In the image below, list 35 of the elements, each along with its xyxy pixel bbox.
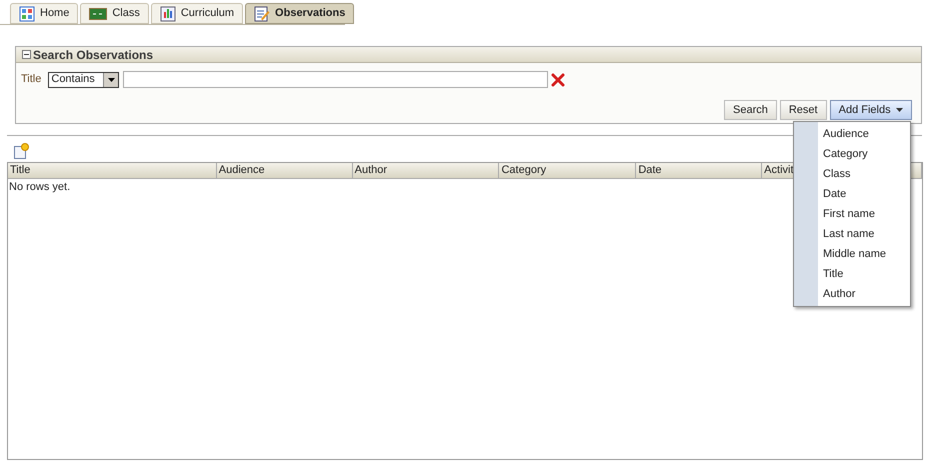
column-header[interactable]: Author bbox=[352, 163, 500, 178]
caret-icon bbox=[896, 108, 903, 112]
tab[interactable]: Curriculum bbox=[150, 3, 244, 24]
menu-item[interactable]: Title bbox=[818, 264, 886, 284]
tab[interactable]: Home bbox=[10, 3, 78, 24]
chalkboard-icon bbox=[89, 6, 108, 20]
collapse-icon[interactable] bbox=[22, 50, 31, 59]
column-header[interactable]: Category bbox=[499, 163, 636, 178]
grid-icon bbox=[19, 6, 35, 22]
search-button[interactable]: Search bbox=[724, 100, 777, 120]
operator-select[interactable]: Contains bbox=[48, 72, 120, 88]
menu-item[interactable]: Category bbox=[818, 144, 886, 164]
menu-item[interactable]: Author bbox=[818, 284, 886, 304]
menu-item[interactable]: Class bbox=[818, 164, 886, 184]
close-icon[interactable] bbox=[551, 72, 566, 86]
tab[interactable]: Class bbox=[80, 3, 149, 24]
notepad-pencil-icon bbox=[254, 6, 270, 22]
dropdown-arrow-icon bbox=[108, 78, 115, 82]
column-header[interactable]: Title bbox=[8, 163, 217, 178]
menu-item[interactable]: Audience bbox=[818, 124, 886, 144]
tab[interactable]: Observations bbox=[245, 3, 354, 24]
new-document-icon[interactable] bbox=[13, 143, 29, 159]
empty-message: No rows yet. bbox=[8, 180, 70, 195]
menu-item[interactable]: Middle name bbox=[818, 244, 886, 264]
add-fields-button[interactable]: Add Fields bbox=[830, 100, 912, 120]
search-button[interactable]: Reset bbox=[780, 100, 827, 120]
panel-title: Search Observations bbox=[33, 46, 154, 64]
column-header[interactable]: Date bbox=[636, 163, 762, 178]
field-label: Title bbox=[21, 72, 42, 88]
menu-item[interactable]: Date bbox=[818, 184, 886, 204]
column-header[interactable]: Audience bbox=[216, 163, 353, 178]
menu-item[interactable]: Last name bbox=[818, 224, 886, 244]
search-field[interactable] bbox=[123, 71, 548, 88]
menu-item[interactable]: First name bbox=[818, 204, 886, 224]
chart-icon bbox=[160, 6, 176, 22]
